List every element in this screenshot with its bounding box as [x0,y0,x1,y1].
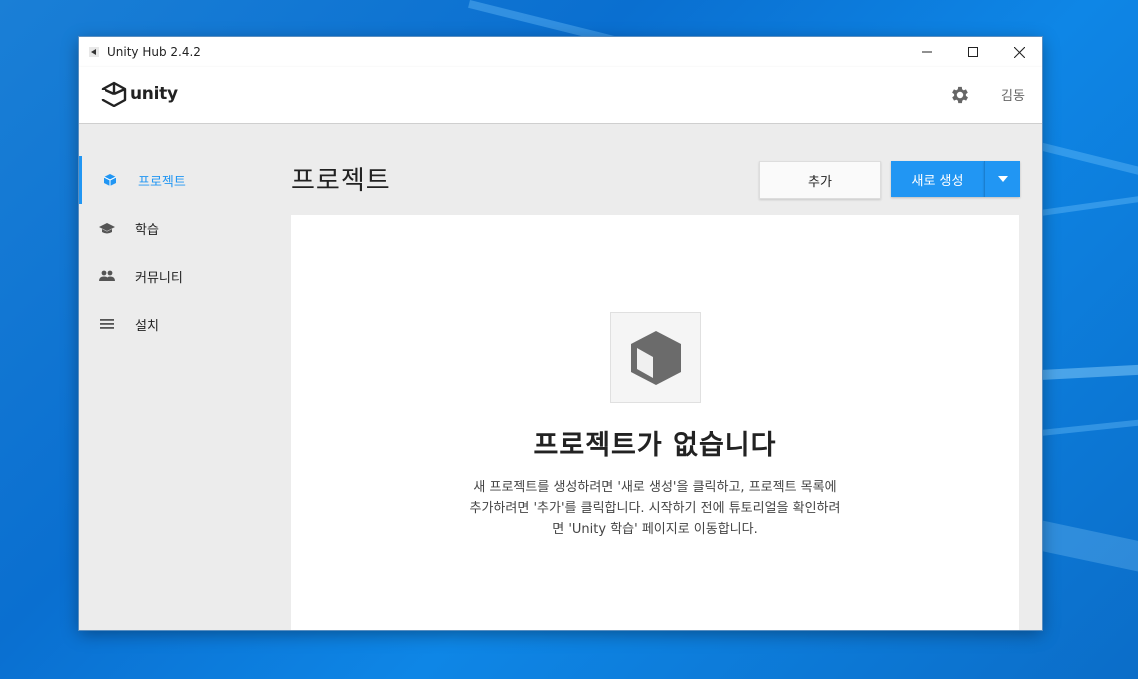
new-project-button[interactable]: 새로 생성 [891,161,984,197]
empty-projects-illustration [610,312,701,403]
sidebar-item-projects[interactable]: 프로젝트 [79,156,269,204]
maximize-button[interactable] [950,37,996,67]
sidebar-item-label: 설치 [135,318,159,334]
empty-desc-line: 면 'Unity 학습' 페이지로 이동합니다. [552,522,758,537]
title-bar: Unity Hub 2.4.2 [79,37,1042,67]
user-name[interactable]: 김동 [1001,85,1025,104]
unity-logo-icon [101,81,127,107]
sidebar: 프로젝트 학습 커뮤니티 설치 [79,124,269,630]
cube-icon [102,172,118,188]
sidebar-item-label: 커뮤니티 [135,270,183,286]
unity-logo: unity [101,81,178,107]
empty-state-title: 프로젝트가 없습니다 [533,430,777,461]
add-button[interactable]: 추가 [759,161,881,199]
chevron-down-icon [997,176,1008,182]
graduation-cap-icon [99,220,115,236]
people-icon [99,268,115,284]
logo-text: unity [130,84,178,104]
sidebar-item-learn[interactable]: 학습 [79,204,269,252]
unity-hub-window: Unity Hub 2.4.2 unity 김동 프로젝트 학습 커뮤니티 설치… [79,37,1042,630]
minimize-button[interactable] [904,37,950,67]
sidebar-item-community[interactable]: 커뮤니티 [79,252,269,300]
window-title: Unity Hub 2.4.2 [107,45,201,59]
app-header: unity 김동 [79,67,1042,124]
unity-app-icon [89,47,99,57]
maximize-icon [968,47,978,57]
sidebar-item-label: 학습 [135,222,159,238]
minimize-icon [922,51,932,53]
close-icon [1013,46,1025,58]
empty-desc-line: 새 프로젝트를 생성하려면 '새로 생성'을 클릭하고, 프로젝트 목록에 [473,480,837,495]
cube-icon [630,330,681,385]
close-button[interactable] [996,37,1042,67]
list-icon [99,316,115,332]
gear-icon[interactable] [949,84,971,106]
sidebar-item-label: 프로젝트 [138,174,186,190]
empty-state-description: 새 프로젝트를 생성하려면 '새로 생성'을 클릭하고, 프로젝트 목록에 추가… [435,477,875,540]
empty-desc-line: 추가하려면 '추가'를 클릭합니다. 시작하기 전에 튜토리얼을 확인하려 [469,501,841,516]
main-content: 프로젝트 추가 새로 생성 프로젝트가 없습니다 새 프로젝트를 생성하려면 '… [269,124,1042,630]
new-project-dropdown-button[interactable] [984,161,1020,197]
page-title: 프로젝트 [291,166,391,196]
sidebar-item-installs[interactable]: 설치 [79,300,269,348]
projects-panel: 프로젝트가 없습니다 새 프로젝트를 생성하려면 '새로 생성'을 클릭하고, … [291,215,1019,630]
